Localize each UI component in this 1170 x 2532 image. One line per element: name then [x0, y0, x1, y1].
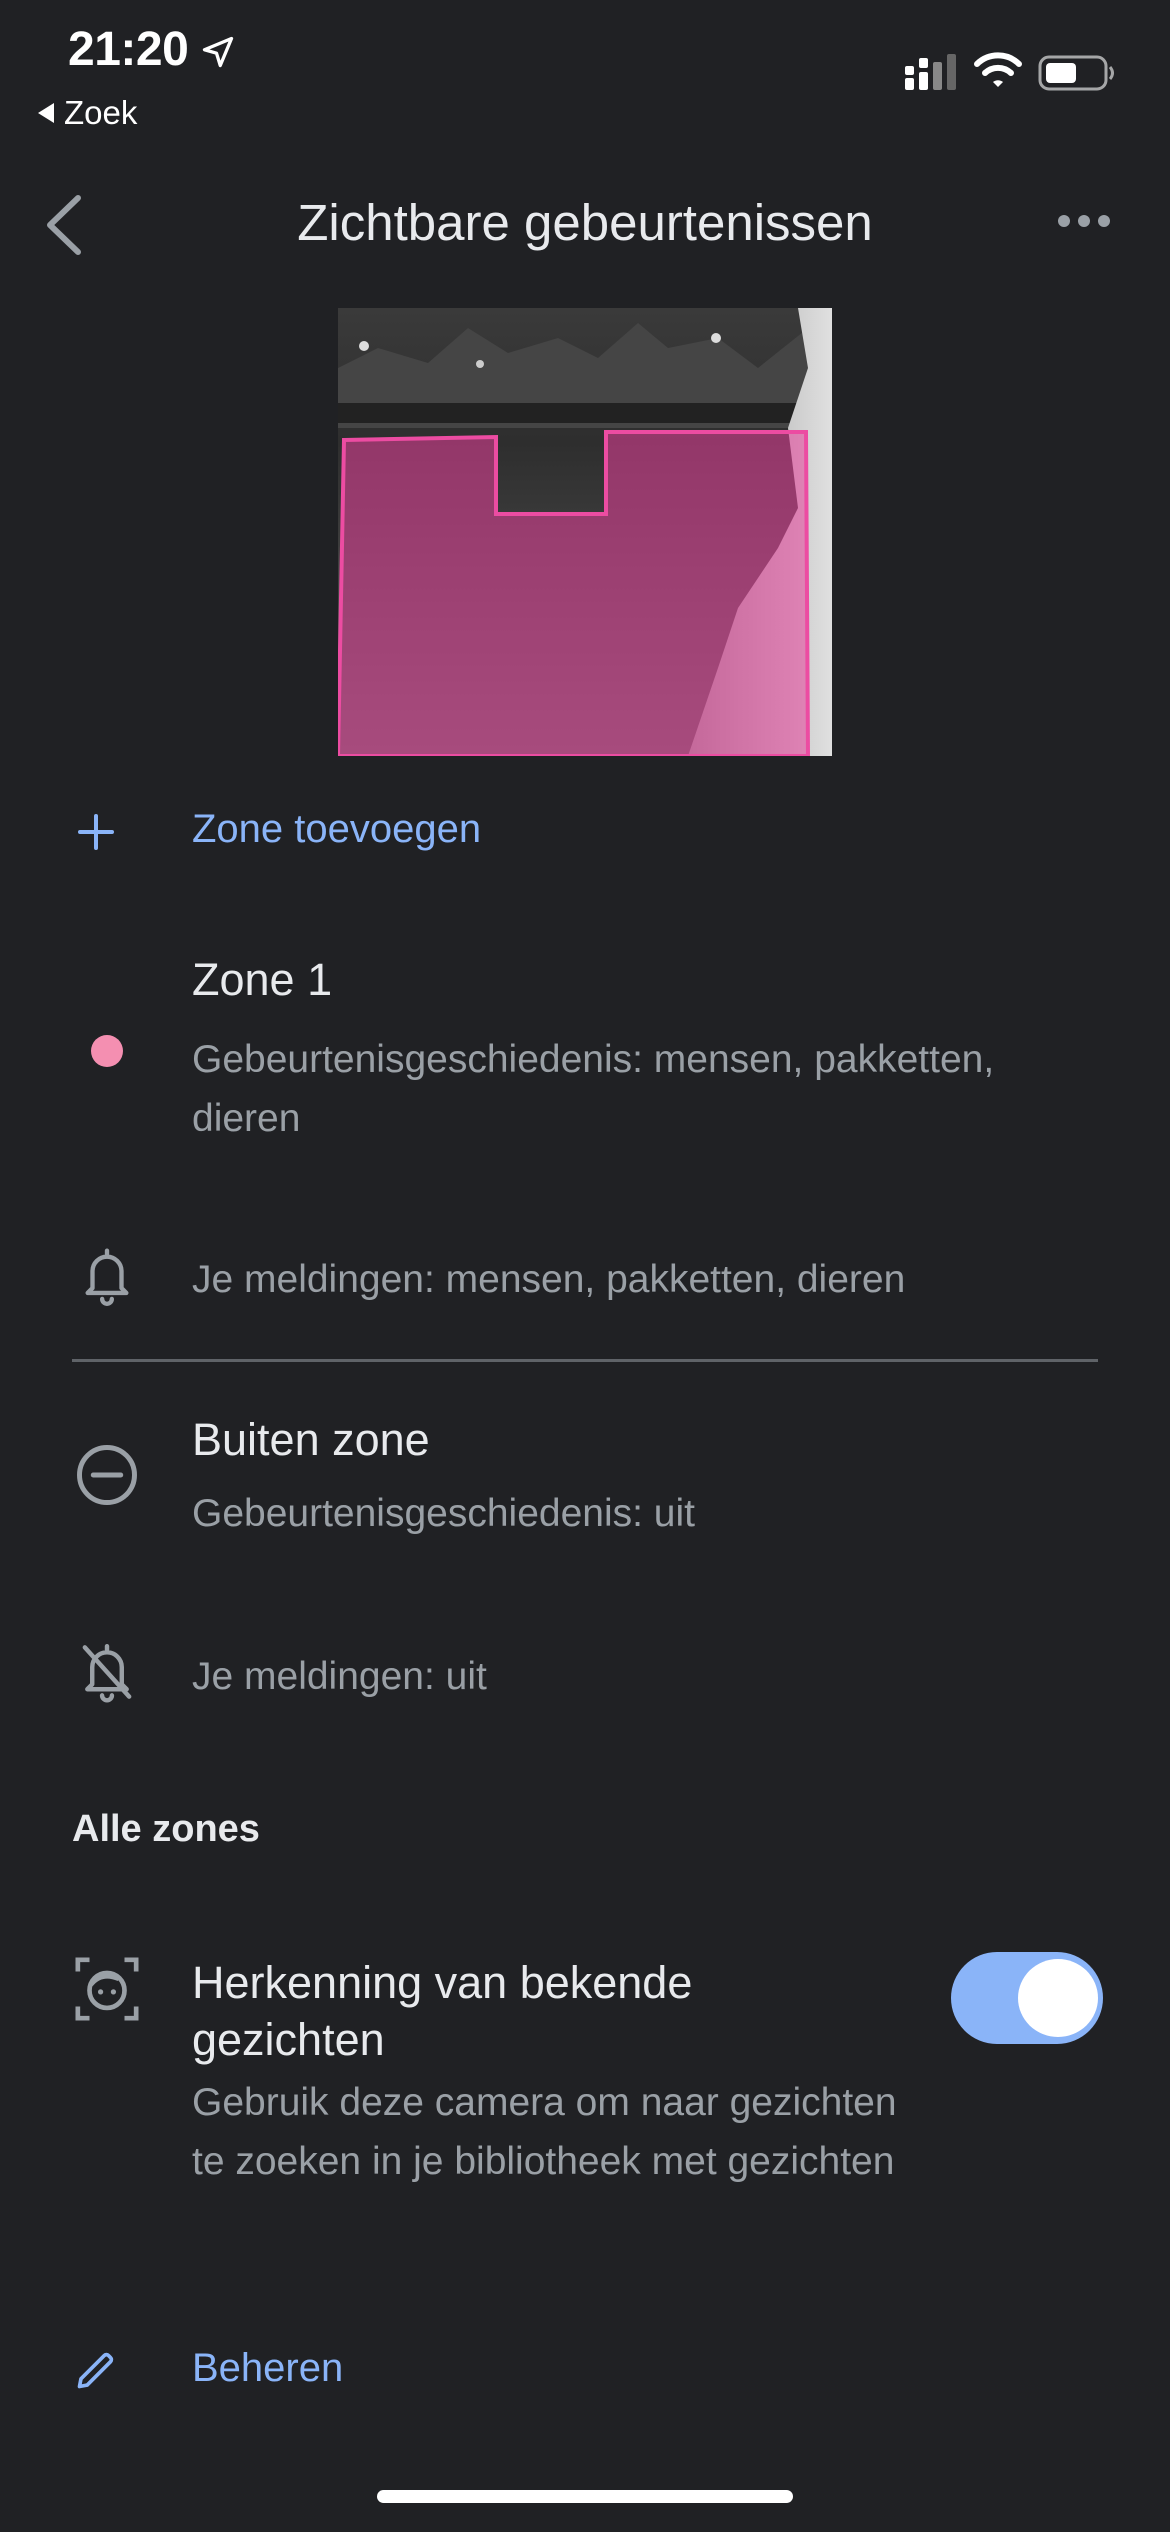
- plus-icon: [78, 814, 114, 850]
- page-title: Zichtbare gebeurtenissen: [297, 194, 873, 251]
- cellular-signal-icon: [905, 54, 956, 90]
- bell-off-icon: [82, 1643, 132, 1703]
- zone-1-name[interactable]: Zone 1: [192, 954, 332, 1006]
- location-arrow-icon: [202, 36, 234, 68]
- outside-zone-name[interactable]: Buiten zone: [192, 1414, 430, 1466]
- battery-icon: [1038, 55, 1114, 91]
- bell-icon: [85, 1248, 129, 1306]
- pencil-icon: [77, 2352, 114, 2389]
- face-recognition-icon: [75, 1957, 139, 2021]
- zone-1-notifications[interactable]: Je meldingen: mensen, pakketten, dieren: [192, 1250, 905, 1309]
- manage-button[interactable]: Beheren: [192, 2346, 343, 2391]
- outside-zone-history: Gebeurtenisgeschiedenis: uit: [192, 1492, 695, 1535]
- outside-zone-notifications[interactable]: Je meldingen: uit: [192, 1647, 487, 1706]
- zone-1-history: Gebeurtenisgeschiedenis: mensen, pakkett…: [192, 1038, 995, 1140]
- face-recognition-toggle[interactable]: [951, 1952, 1103, 2044]
- add-zone-button[interactable]: Zone toevoegen: [192, 807, 481, 852]
- status-time: 21:20: [68, 23, 189, 76]
- home-indicator: [377, 2490, 793, 2503]
- back-triangle-icon: [38, 103, 54, 123]
- divider: [72, 1359, 1098, 1362]
- minus-circle-icon: [77, 1445, 137, 1505]
- zone-color-dot: [91, 1035, 123, 1067]
- camera-preview-image[interactable]: [338, 308, 832, 756]
- face-recognition-description: Gebruik deze camera om naar gezichten te…: [192, 2081, 897, 2183]
- back-to-app-label: Zoek: [64, 94, 138, 131]
- toggle-knob: [1018, 1959, 1098, 2037]
- back-to-app-link[interactable]: Zoek: [38, 94, 137, 132]
- section-title-all-zones: Alle zones: [72, 1808, 260, 1850]
- wifi-icon: [974, 52, 1022, 87]
- face-recognition-title: Herkenning van bekende gezichten: [192, 1957, 693, 2065]
- more-options-icon[interactable]: [1058, 215, 1110, 227]
